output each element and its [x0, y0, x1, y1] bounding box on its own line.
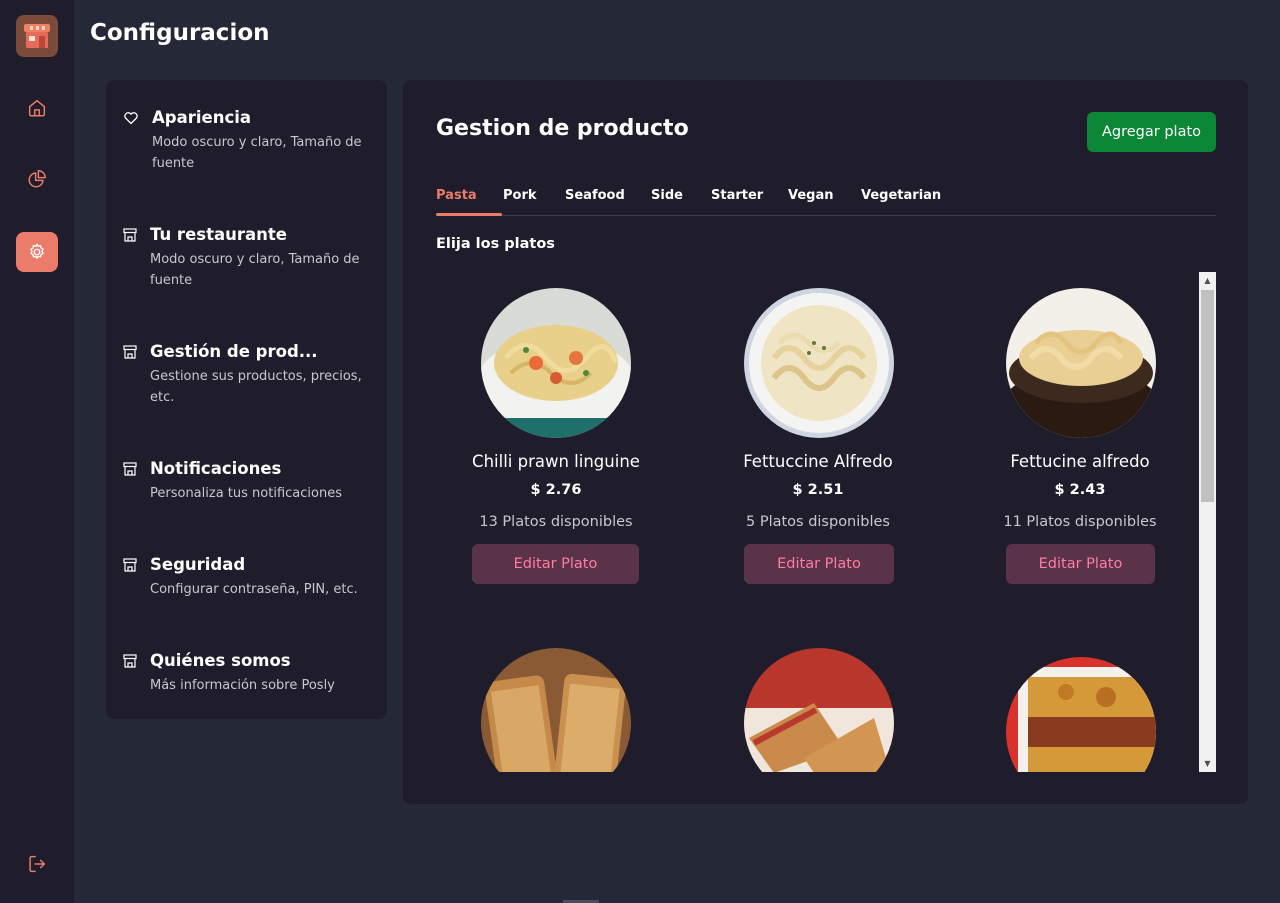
dish-price: $ 2.76: [530, 482, 582, 498]
menu-item-title: Apariencia: [152, 108, 252, 127]
dish-availability: 13 Platos disponibles: [479, 514, 633, 530]
dish-price: $ 2.51: [792, 482, 844, 498]
page-title: Configuracion: [90, 20, 270, 46]
dish-photo: [1006, 657, 1156, 772]
menu-item-title: Gestión de prod...: [150, 342, 318, 361]
tab-pasta[interactable]: Pasta: [436, 188, 477, 203]
pie-chart-icon: [28, 170, 46, 188]
store-logo-icon[interactable]: [16, 15, 58, 57]
dish-photo: [744, 648, 894, 772]
gear-icon: [30, 243, 44, 260]
menu-item-title: Tu restaurante: [150, 225, 287, 244]
menu-item-title: Seguridad: [150, 555, 246, 574]
menu-item-title: Notificaciones: [150, 459, 282, 478]
dish-availability: 11 Platos disponibles: [1003, 514, 1157, 530]
settings-menu: Apariencia Modo oscuro y claro, Tamaño d…: [106, 80, 387, 719]
menu-item-desc: Configurar contraseña, PIN, etc.: [150, 582, 358, 597]
dish-photo: [481, 648, 631, 772]
tab-side[interactable]: Side: [651, 188, 683, 203]
store-icon: [123, 228, 137, 242]
logout-icon: [29, 855, 46, 873]
logout-button[interactable]: [16, 844, 58, 884]
active-tab-indicator: [436, 213, 502, 216]
dish-grid: Chilli prawn linguine $ 2.76 13 Platos d…: [436, 272, 1216, 772]
store-icon: [123, 654, 137, 668]
heart-icon: [124, 112, 138, 125]
tab-starter[interactable]: Starter: [711, 188, 763, 203]
menu-item-desc: Gestione sus productos, precios, etc.: [150, 369, 362, 405]
menu-item-desc: Modo oscuro y claro, Tamaño de fuente: [152, 135, 362, 171]
scroll-up-arrow-icon[interactable]: ▲: [1199, 272, 1216, 289]
store-icon: [123, 462, 137, 476]
store-icon: [123, 558, 137, 572]
menu-item-desc: Más información sobre Posly: [150, 678, 335, 693]
edit-dish-button[interactable]: Editar Plato: [1006, 544, 1155, 584]
dish-availability: 5 Platos disponibles: [745, 514, 890, 530]
nav-dashboard-button[interactable]: [16, 159, 58, 199]
tab-vegan[interactable]: Vegan: [788, 188, 834, 203]
dish-name: Fettuccine Alfredo: [743, 452, 893, 471]
menu-item-desc: Personaliza tus notificaciones: [150, 486, 342, 501]
scroll-thumb[interactable]: [1201, 290, 1214, 502]
category-tabs: Pasta Pork Seafood Side Starter Vegan Ve…: [436, 180, 1216, 216]
scroll-down-arrow-icon[interactable]: ▼: [1199, 755, 1216, 772]
menu-item-desc: Modo oscuro y claro, Tamaño de fuente: [150, 252, 360, 288]
dish-price: $ 2.43: [1054, 482, 1106, 498]
tab-seafood[interactable]: Seafood: [565, 188, 625, 203]
nav-settings-button[interactable]: [16, 232, 58, 272]
add-dish-button[interactable]: Agregar plato: [1087, 112, 1216, 152]
menu-item-title: Quiénes somos: [150, 651, 291, 670]
dish-grid-scrollbar[interactable]: ▲ ▼: [1199, 272, 1216, 772]
sidebar-rail: [0, 0, 74, 903]
dish-photo: [481, 288, 631, 438]
dish-name: Fettucine alfredo: [1010, 452, 1150, 471]
dish-name: Chilli prawn linguine: [472, 452, 640, 471]
panel-title: Gestion de producto: [436, 116, 689, 141]
store-icon: [123, 345, 137, 359]
section-label: Elija los platos: [436, 236, 555, 252]
edit-dish-button[interactable]: Editar Plato: [744, 544, 894, 584]
tab-pork[interactable]: Pork: [503, 188, 537, 203]
product-management-panel: Gestion de producto Agregar plato Pasta …: [403, 80, 1248, 804]
home-icon: [28, 99, 46, 117]
edit-dish-button[interactable]: Editar Plato: [472, 544, 639, 584]
nav-home-button[interactable]: [16, 88, 58, 128]
dish-photo: [744, 288, 894, 438]
dish-photo: [1006, 288, 1156, 438]
tab-vegetarian[interactable]: Vegetarian: [861, 188, 941, 203]
